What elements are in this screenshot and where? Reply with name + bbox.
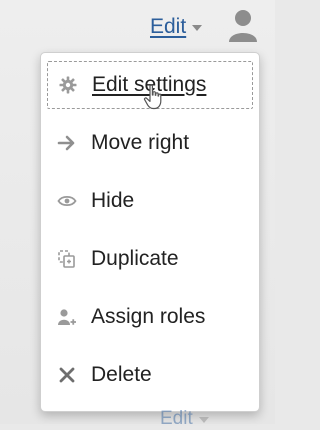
- menu-item-label: Move right: [91, 131, 190, 154]
- close-icon: [57, 365, 77, 385]
- edit-menu-trigger-secondary[interactable]: Edit: [160, 408, 209, 430]
- arrow-right-icon: [57, 133, 77, 153]
- caret-down-icon: [198, 417, 209, 423]
- eye-icon: [57, 191, 77, 211]
- menu-item-label: Duplicate: [91, 247, 179, 270]
- menu-item-hide[interactable]: Hide: [47, 177, 253, 225]
- edit-dropdown-menu: Edit settings Move right Hide Duplicate: [40, 52, 260, 412]
- menu-item-label: Delete: [91, 363, 152, 386]
- caret-down-icon: [192, 25, 203, 31]
- edit-menu-trigger[interactable]: Edit: [150, 12, 203, 42]
- edit-label: Edit: [160, 408, 193, 429]
- duplicate-icon: [57, 249, 77, 269]
- menu-item-edit-settings[interactable]: Edit settings: [47, 61, 253, 109]
- gear-icon: [58, 75, 78, 95]
- top-bar: Edit: [0, 0, 275, 56]
- user-icon[interactable]: [228, 8, 258, 42]
- edit-label: Edit: [150, 15, 187, 38]
- menu-item-delete[interactable]: Delete: [47, 351, 253, 399]
- menu-item-duplicate[interactable]: Duplicate: [47, 235, 253, 283]
- menu-item-label: Edit settings: [92, 73, 207, 96]
- menu-item-move-right[interactable]: Move right: [47, 119, 253, 167]
- menu-item-label: Assign roles: [91, 305, 206, 328]
- menu-item-assign-roles[interactable]: Assign roles: [47, 293, 253, 341]
- user-plus-icon: [57, 307, 77, 327]
- menu-item-label: Hide: [91, 189, 135, 212]
